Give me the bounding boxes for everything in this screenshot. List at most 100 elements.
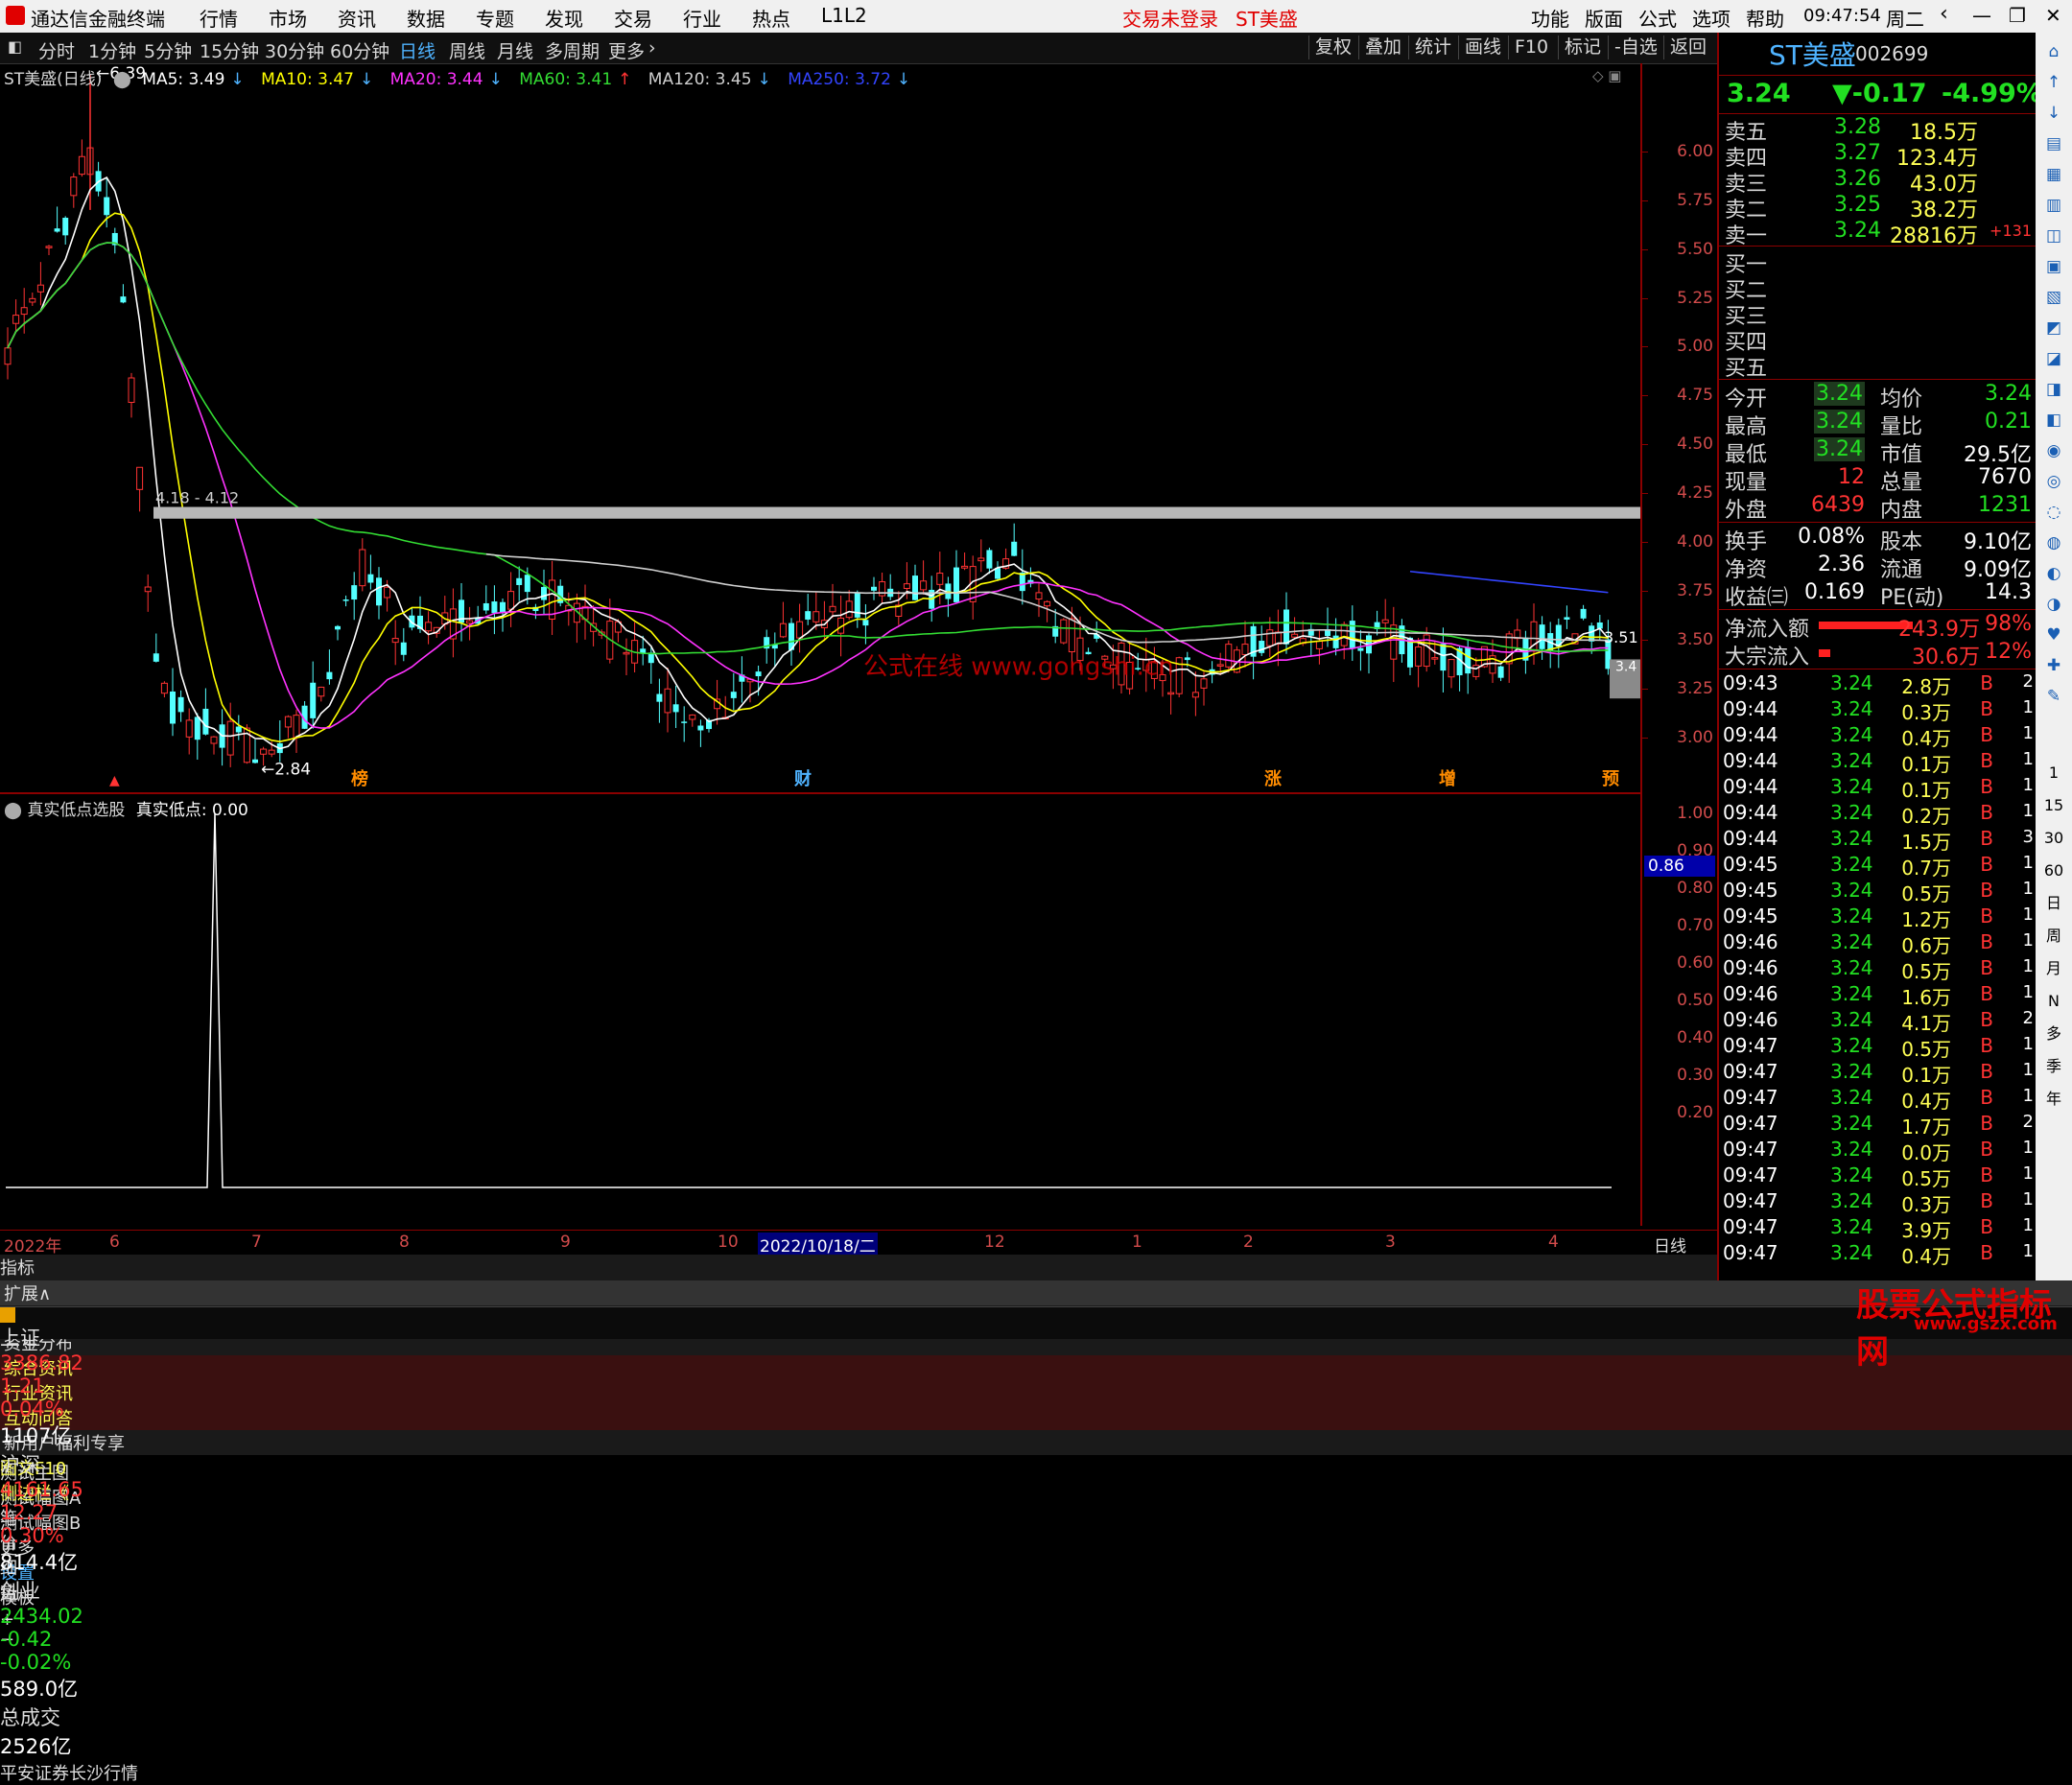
- period-more[interactable]: 更多: [608, 37, 645, 63]
- candle-body: [1497, 666, 1504, 678]
- period-fenshi[interactable]: 分时: [38, 37, 75, 63]
- up-icon[interactable]: ↑: [2042, 71, 2065, 94]
- close-icon[interactable]: ✕: [2045, 4, 2061, 27]
- tick-price-0: 3.24: [1830, 671, 1873, 694]
- event-marker[interactable]: 涨: [1264, 769, 1282, 789]
- panel-icon[interactable]: ◫: [2042, 224, 2065, 247]
- ask-price-2: 3.26: [1834, 167, 1881, 191]
- menu-item-gongshi[interactable]: 公式: [1638, 4, 1677, 32]
- candle-body: [260, 748, 268, 755]
- btn-f10[interactable]: F10: [1508, 35, 1554, 59]
- login-status[interactable]: 交易未登录: [1122, 4, 1218, 32]
- period-30min[interactable]: 30分钟: [265, 37, 324, 63]
- side-period-0[interactable]: 1: [2042, 762, 2065, 785]
- event-marker[interactable]: 榜: [351, 768, 368, 789]
- split-icon[interactable]: ◩: [2042, 317, 2065, 340]
- chevron-right-icon[interactable]: ›: [648, 37, 656, 59]
- minimize-icon[interactable]: —: [1972, 4, 1991, 27]
- period-15min[interactable]: 15分钟: [200, 37, 259, 63]
- candle-body: [153, 653, 159, 662]
- menu-item-shichang[interactable]: 市场: [269, 4, 307, 32]
- btn-huaxian[interactable]: 画线: [1458, 35, 1507, 59]
- menu-item-xuanxiang[interactable]: 选项: [1692, 4, 1731, 32]
- candle-body: [1019, 572, 1025, 592]
- btn-biaoji[interactable]: 标记: [1558, 35, 1607, 59]
- half2-icon[interactable]: ◑: [2042, 593, 2065, 616]
- menu-item-hangqing[interactable]: 行情: [200, 4, 238, 32]
- btn-fanhui[interactable]: 返回: [1663, 35, 1712, 59]
- side-period-6[interactable]: 月: [2042, 957, 2065, 980]
- side-period-1[interactable]: 15: [2042, 794, 2065, 817]
- home-icon[interactable]: ⌂: [2042, 40, 2065, 63]
- menu-item-banmian[interactable]: 版面: [1585, 4, 1623, 32]
- tick-side-1: B: [1980, 697, 1993, 720]
- menu-item-bangzhu[interactable]: 帮助: [1746, 4, 1784, 32]
- right-pane-icon[interactable]: ◨: [2042, 378, 2065, 401]
- chart-options-icon[interactable]: ◇ ▣: [1592, 67, 1621, 84]
- stat2-label-a-1: 净资: [1725, 558, 1768, 582]
- left-pane-icon[interactable]: ◧: [2042, 409, 2065, 432]
- title-bar: 通达信金融终端 行情 市场 资讯 数据 专题 发现 交易 行业 热点 L1L2 …: [0, 0, 2072, 33]
- btn-zixuan[interactable]: -自选: [1608, 35, 1663, 59]
- menu-item-shuju[interactable]: 数据: [407, 4, 445, 32]
- favorite-icon[interactable]: ♥: [2042, 623, 2065, 646]
- candle-body: [656, 693, 663, 702]
- side-period-9[interactable]: 季: [2042, 1055, 2065, 1078]
- side-period-7[interactable]: N: [2042, 990, 2065, 1013]
- period-monthly[interactable]: 月线: [497, 37, 533, 63]
- menu-item-faxian[interactable]: 发现: [545, 4, 583, 32]
- menu-item-zixun[interactable]: 资讯: [338, 4, 376, 32]
- split2-icon[interactable]: ◪: [2042, 347, 2065, 370]
- table-icon[interactable]: ▥: [2042, 194, 2065, 217]
- side-period-3[interactable]: 60: [2042, 859, 2065, 882]
- event-marker[interactable]: 增: [1439, 768, 1456, 789]
- candle-body: [986, 550, 993, 569]
- panel-toggle-icon[interactable]: ◧: [8, 37, 22, 56]
- menu-item-redian[interactable]: 热点: [752, 4, 790, 32]
- maximize-icon[interactable]: ❐: [2009, 4, 2026, 27]
- circle-icon[interactable]: ◌: [2042, 501, 2065, 524]
- side-period-4[interactable]: 日: [2042, 892, 2065, 915]
- menu-item-gongneng[interactable]: 功能: [1531, 4, 1569, 32]
- kline-chart[interactable]: 4.18 - 4.12←6.39←2.843.513.4公式在线 www.gon…: [0, 63, 1640, 792]
- btn-fuquan[interactable]: 复权: [1308, 35, 1357, 59]
- target-icon[interactable]: ◎: [2042, 470, 2065, 493]
- indicator-settings-icon[interactable]: ⬤: [4, 801, 22, 820]
- indicator-chart[interactable]: [0, 794, 1640, 1226]
- site-watermark-url: www.gszx.com: [1914, 1314, 2058, 1334]
- list-icon[interactable]: ▤: [2042, 132, 2065, 155]
- period-daily[interactable]: 日线: [399, 37, 436, 63]
- event-marker[interactable]: 财: [794, 768, 812, 789]
- side-period-8[interactable]: 多: [2042, 1022, 2065, 1045]
- down-icon[interactable]: ↓: [2042, 102, 2065, 125]
- menu-item-zhuanti[interactable]: 专题: [476, 4, 514, 32]
- grid-icon[interactable]: ▦: [2042, 163, 2065, 186]
- dot-icon[interactable]: ◉: [2042, 439, 2065, 462]
- period-weekly[interactable]: 周线: [449, 37, 485, 63]
- event-marker[interactable]: 预: [1602, 769, 1619, 789]
- period-multi[interactable]: 多周期: [545, 37, 600, 63]
- side-period-10[interactable]: 年: [2042, 1088, 2065, 1111]
- news-tab-0[interactable]: 扩展∧: [0, 1280, 2072, 1305]
- period-1min[interactable]: 1分钟: [88, 37, 136, 63]
- btn-tongji[interactable]: 统计: [1408, 35, 1457, 59]
- add-icon[interactable]: ✚: [2042, 654, 2065, 677]
- half-icon[interactable]: ◐: [2042, 562, 2065, 585]
- btn-diejia[interactable]: 叠加: [1358, 35, 1407, 59]
- menu-item-l1l2[interactable]: L1L2: [821, 4, 867, 27]
- ring-icon[interactable]: ◍: [2042, 531, 2065, 554]
- period-60min[interactable]: 60分钟: [330, 37, 389, 63]
- menu-item-jiaoyi[interactable]: 交易: [614, 4, 652, 32]
- price-tick: [1642, 493, 1648, 495]
- settings-icon[interactable]: ⬤: [113, 70, 131, 89]
- hatch-icon[interactable]: ▧: [2042, 286, 2065, 309]
- period-5min[interactable]: 5分钟: [144, 37, 192, 63]
- back-icon[interactable]: ‹: [1940, 2, 1948, 26]
- tab-0[interactable]: 指标: [0, 1255, 1717, 1280]
- menu-item-hangye[interactable]: 行业: [683, 4, 721, 32]
- candle-body: [1431, 657, 1439, 660]
- box-icon[interactable]: ▣: [2042, 255, 2065, 278]
- pen-icon[interactable]: ✎: [2042, 685, 2065, 708]
- side-period-2[interactable]: 30: [2042, 827, 2065, 850]
- side-period-5[interactable]: 周: [2042, 925, 2065, 948]
